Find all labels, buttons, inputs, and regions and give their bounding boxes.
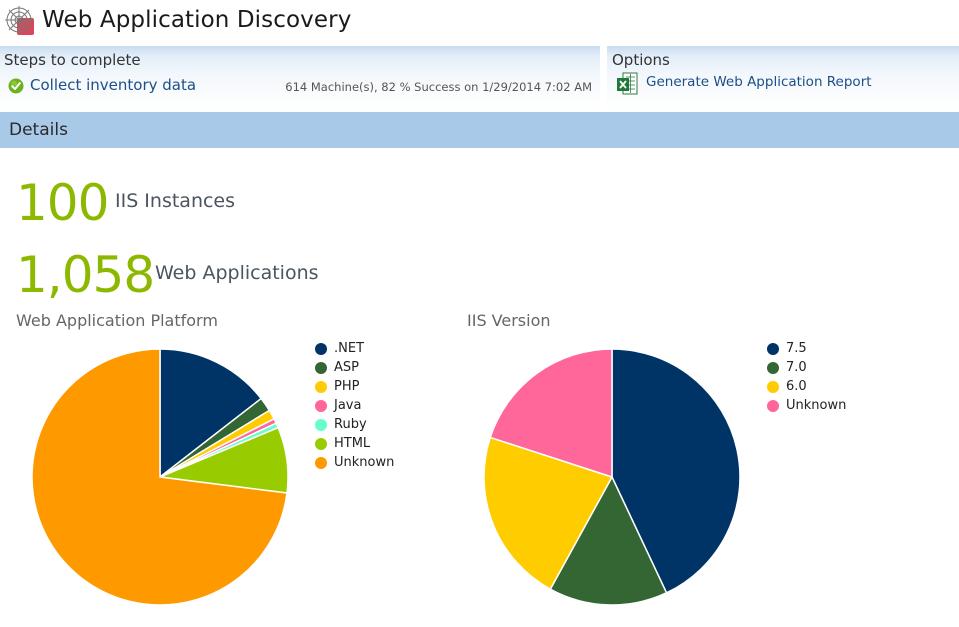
platform-legend-item-net: .NET — [315, 339, 394, 358]
details-heading: Details — [9, 120, 68, 140]
platform-legend-label: PHP — [334, 379, 360, 394]
platform-legend: .NET ASP PHP Java Ruby HTML Unknown — [315, 339, 394, 472]
options-heading: Options — [612, 51, 670, 69]
generate-report-link[interactable]: Generate Web Application Report — [646, 74, 872, 90]
platform-chart-title: Web Application Platform — [16, 311, 218, 330]
platform-legend-label: HTML — [334, 436, 371, 451]
platform-pie-chart — [31, 348, 289, 606]
iis-version-legend-label: 7.0 — [786, 360, 807, 375]
iis-version-legend-item-unknown: Unknown — [767, 396, 846, 415]
options-panel: Options Generate Web Application Report — [607, 46, 959, 112]
iis-version-legend-label: Unknown — [786, 398, 847, 413]
iis-instances-label: IIS Instances — [115, 190, 236, 212]
spider-web-icon — [5, 6, 34, 35]
platform-legend-swatch — [315, 437, 327, 450]
platform-legend-item-unknown: Unknown — [315, 453, 394, 472]
platform-legend-item-html: HTML — [315, 434, 394, 453]
platform-legend-item-java: Java — [315, 396, 394, 415]
iis-version-legend: 7.5 7.0 6.0 Unknown — [767, 339, 846, 415]
iis-instances-count: 100 — [16, 174, 109, 232]
platform-legend-item-php: PHP — [315, 377, 394, 396]
platform-legend-swatch — [315, 399, 327, 412]
iis-version-legend-swatch — [767, 342, 779, 355]
iis-version-legend-label: 6.0 — [786, 379, 807, 394]
web-applications-count: 1,058 — [16, 246, 155, 304]
title-bar: Web Application Discovery — [0, 0, 959, 46]
app-title: Web Application Discovery — [42, 7, 352, 33]
iis-version-legend-swatch — [767, 361, 779, 374]
platform-legend-item-asp: ASP — [315, 358, 394, 377]
iis-version-legend-item-6-0: 6.0 — [767, 377, 846, 396]
steps-panel: Steps to complete Collect inventory data… — [0, 46, 600, 112]
check-circle-icon — [8, 78, 24, 94]
platform-legend-swatch — [315, 418, 327, 431]
steps-heading: Steps to complete — [4, 51, 141, 69]
iis-version-pie-chart — [483, 348, 741, 606]
platform-legend-label: Unknown — [334, 455, 395, 470]
web-applications-label: Web Applications — [155, 262, 319, 284]
iis-version-chart-title: IIS Version — [467, 311, 551, 330]
platform-legend-label: Java — [334, 398, 362, 413]
collection-status: 614 Machine(s), 82 % Success on 1/29/201… — [285, 80, 592, 94]
iis-version-legend-swatch — [767, 380, 779, 393]
platform-legend-swatch — [315, 456, 327, 469]
iis-version-legend-label: 7.5 — [786, 341, 807, 356]
platform-legend-item-ruby: Ruby — [315, 415, 394, 434]
platform-legend-swatch — [315, 361, 327, 374]
iis-version-legend-item-7-0: 7.0 — [767, 358, 846, 377]
platform-legend-label: ASP — [334, 360, 359, 375]
details-bar: Details — [0, 112, 959, 148]
platform-legend-swatch — [315, 380, 327, 393]
collect-inventory-link[interactable]: Collect inventory data — [30, 76, 196, 94]
platform-legend-label: Ruby — [334, 417, 367, 432]
excel-icon[interactable] — [616, 72, 638, 96]
iis-version-legend-swatch — [767, 399, 779, 412]
iis-version-legend-item-7-5: 7.5 — [767, 339, 846, 358]
platform-legend-swatch — [315, 342, 327, 355]
platform-legend-label: .NET — [334, 341, 365, 356]
